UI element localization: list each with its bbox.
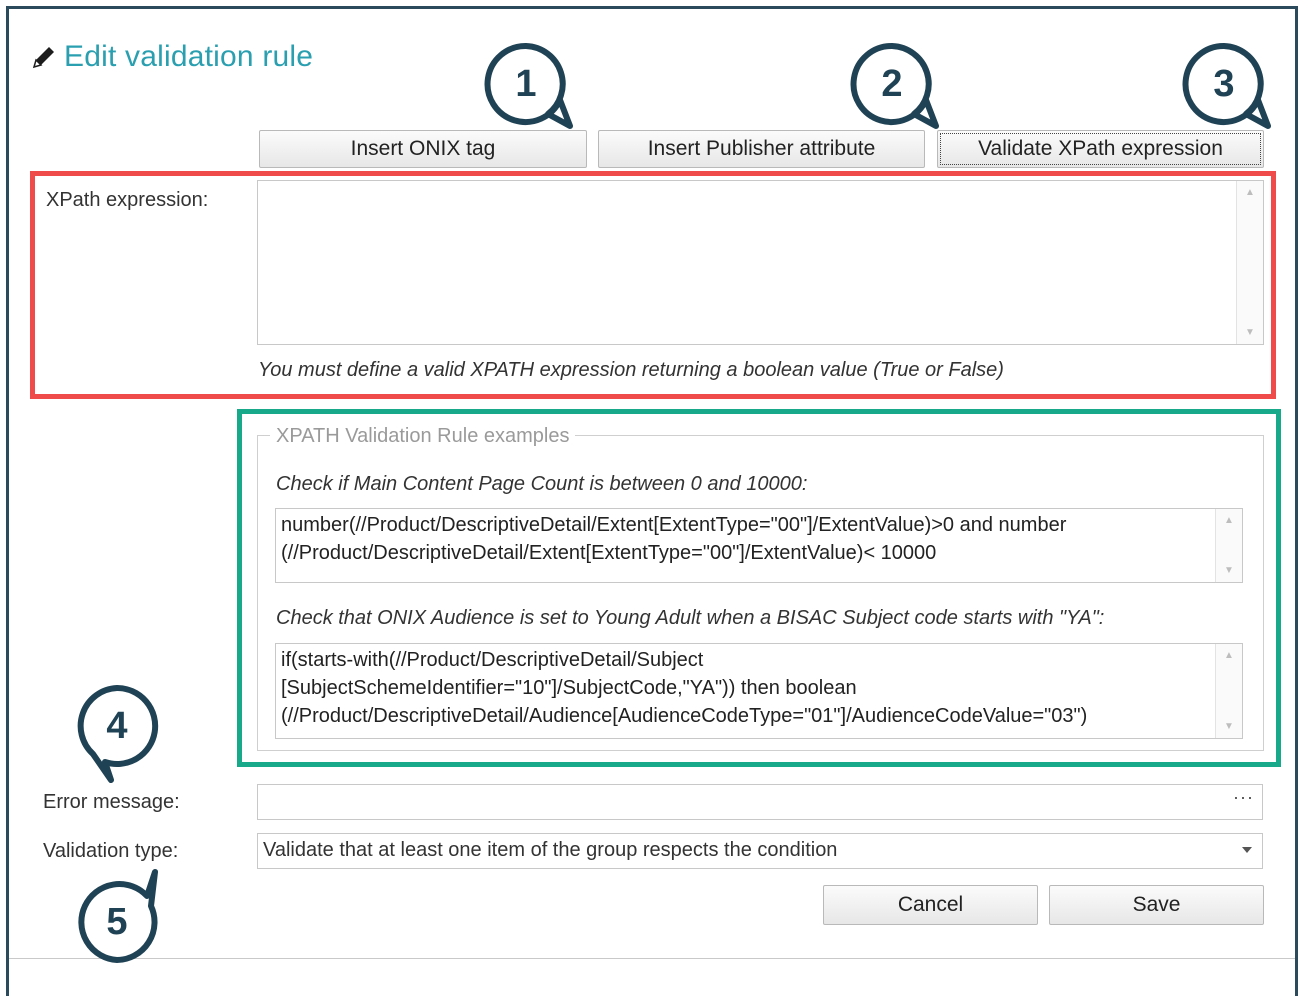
xpath-highlight-box	[30, 171, 1276, 399]
validation-type-label: Validation type:	[43, 840, 179, 862]
pencil-icon	[32, 47, 54, 69]
callout-number: 2	[881, 63, 903, 105]
insert-onix-tag-button[interactable]: Insert ONIX tag	[259, 130, 587, 168]
callout-number: 3	[1213, 63, 1235, 105]
dialog-title: Edit validation rule	[30, 40, 313, 74]
callout-1: 1	[484, 42, 573, 129]
callout-number: 4	[106, 705, 128, 747]
cancel-button[interactable]: Cancel	[823, 885, 1038, 925]
divider	[9, 958, 1295, 959]
validation-type-value: Validate that at least one item of the g…	[263, 839, 838, 861]
validate-xpath-button[interactable]: Validate XPath expression	[937, 130, 1264, 168]
error-message-label: Error message:	[43, 791, 180, 813]
callout-3: 3	[1182, 42, 1271, 129]
callout-number: 1	[515, 63, 537, 105]
error-message-input[interactable]: ···	[257, 784, 1263, 820]
callout-number: 5	[106, 901, 128, 943]
dialog-title-text: Edit validation rule	[64, 40, 314, 73]
insert-publisher-attribute-button[interactable]: Insert Publisher attribute	[598, 130, 925, 168]
chevron-down-icon[interactable]	[1242, 847, 1252, 853]
callout-5: 5	[75, 869, 159, 964]
callout-4: 4	[75, 684, 159, 783]
examples-highlight-box	[237, 409, 1281, 767]
save-button[interactable]: Save	[1049, 885, 1264, 925]
callout-2: 2	[850, 42, 939, 129]
ellipsis-icon[interactable]: ···	[1233, 787, 1254, 808]
validation-type-select[interactable]: Validate that at least one item of the g…	[257, 833, 1263, 869]
